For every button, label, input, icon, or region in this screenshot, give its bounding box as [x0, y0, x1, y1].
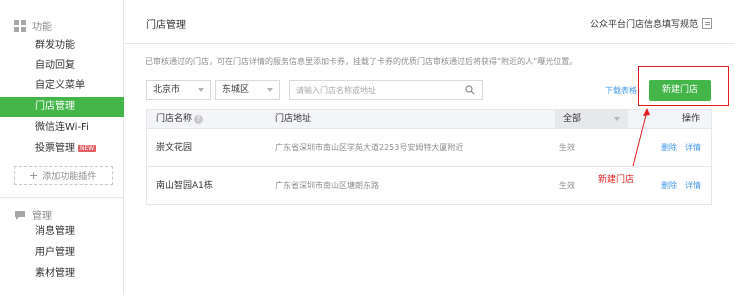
store-status: 生效 [559, 143, 575, 152]
annotation-label: 新建门店 [598, 175, 635, 185]
sidebar-group-title: 功能 [32, 22, 52, 33]
district-select[interactable]: 东城区 [215, 80, 280, 100]
status-filter-value: 全部 [563, 114, 582, 124]
store-table: 门店名称? 门店地址 全部 操作 崇文花园 广东省深圳市南山区学苑大道2253号… [146, 109, 712, 205]
add-plugin-button[interactable]: + 添加功能插件 [14, 166, 113, 185]
store-address: 广东省深圳市南山区塘朗东路 [275, 181, 379, 190]
page-header: 门店管理 公众平台门店信息填写规范 [125, 0, 734, 44]
sidebar-item-label: 投票管理 [35, 143, 75, 154]
help-icon[interactable]: ? [194, 115, 204, 124]
plus-icon: + [29, 169, 39, 182]
store-name: 南山智园A1栋 [156, 181, 213, 191]
district-select-value: 东城区 [222, 85, 250, 95]
sidebar-divider [0, 197, 124, 198]
download-table-link[interactable]: 下载表格 [605, 85, 637, 96]
city-select[interactable]: 北京市 [146, 80, 211, 100]
delete-link[interactable]: 删除 [661, 167, 677, 205]
sidebar-item-mass-send[interactable]: 群发功能 [0, 36, 124, 56]
notice-text: 已审核通过的门店，可在门店详情的服务信息里添加卡券，挂载了卡券的优质门店审核通过… [145, 57, 578, 66]
highlight-box [638, 66, 729, 106]
detail-link[interactable]: 详情 [685, 129, 701, 167]
sidebar-group-title: 管理 [32, 211, 52, 222]
chevron-down-icon [198, 88, 204, 92]
column-header-name: 门店名称? [156, 110, 204, 128]
city-select-value: 北京市 [153, 85, 181, 95]
column-header-name-label: 门店名称 [156, 114, 193, 124]
sidebar-item-vote-management[interactable]: 投票管理 NEW [0, 139, 124, 159]
add-plugin-label: 添加功能插件 [42, 172, 97, 182]
delete-link[interactable]: 删除 [661, 129, 677, 167]
sidebar-group-manage: 管理 [14, 207, 52, 222]
sidebar-item-custom-menu[interactable]: 自定义菜单 [0, 76, 124, 96]
search-icon[interactable] [465, 85, 475, 95]
document-icon [702, 18, 712, 29]
main-content: 门店管理 公众平台门店信息填写规范 已审核通过的门店，可在门店详情的服务信息里添… [125, 0, 734, 295]
store-name: 崇文花园 [156, 143, 193, 153]
store-status: 生效 [559, 181, 575, 190]
detail-link[interactable]: 详情 [685, 167, 701, 205]
chat-icon [15, 210, 25, 220]
sidebar-item-wifi[interactable]: 微信连Wi-Fi [0, 118, 124, 138]
sidebar-item-materials[interactable]: 素材管理 [0, 264, 124, 284]
chevron-down-icon [267, 88, 273, 92]
spec-link[interactable]: 公众平台门店信息填写规范 [590, 17, 712, 30]
sidebar-item-auto-reply[interactable]: 自动回复 [0, 56, 124, 76]
column-header-address: 门店地址 [275, 114, 312, 124]
sidebar-item-users[interactable]: 用户管理 [0, 243, 124, 263]
sidebar-group-function: 功能 [14, 18, 52, 33]
chevron-down-icon [614, 117, 620, 121]
sidebar: 功能 群发功能 自动回复 自定义菜单 门店管理 微信连Wi-Fi 投票管理 NEW… [0, 0, 124, 295]
page-title: 门店管理 [146, 20, 186, 31]
table-row: 崇文花园 广东省深圳市南山区学苑大道2253号安姆特大厦附近 生效 删除 详情 [146, 129, 712, 167]
sidebar-item-store-management[interactable]: 门店管理 [0, 97, 124, 117]
search-input[interactable] [290, 81, 460, 99]
store-address: 广东省深圳市南山区学苑大道2253号安姆特大厦附近 [275, 143, 464, 152]
status-filter-select[interactable]: 全部 [555, 110, 628, 128]
spec-link-label: 公众平台门店信息填写规范 [589, 20, 698, 30]
new-badge: NEW [78, 145, 97, 152]
store-search [289, 80, 483, 100]
grid-icon [14, 19, 26, 32]
table-header: 门店名称? 门店地址 全部 操作 [146, 109, 712, 129]
sidebar-item-messages[interactable]: 消息管理 [0, 222, 124, 242]
column-header-actions: 操作 [682, 114, 701, 124]
